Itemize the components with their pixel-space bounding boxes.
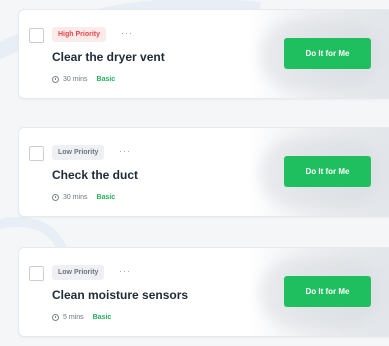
do-it-for-me-button[interactable]: Do It for Me	[284, 276, 371, 307]
task-title: Clean moisture sensors	[52, 288, 189, 302]
more-horizontal-icon[interactable]: ···	[119, 145, 131, 158]
task-level: Basic	[96, 194, 116, 201]
do-it-for-me-button[interactable]: Do It for Me	[284, 38, 371, 69]
task-card: High Priority ··· Clear the dryer vent 3…	[18, 9, 389, 99]
task-meta: 30 mins Basic	[52, 76, 115, 83]
task-title: Clear the dryer vent	[52, 50, 165, 64]
task-level: Basic	[96, 76, 116, 83]
task-card: Low Priority ··· Check the duct 30 mins …	[18, 127, 389, 217]
task-card: Low Priority ··· Clean moisture sensors …	[18, 247, 389, 337]
task-meta: 5 mins Basic	[52, 314, 111, 321]
clock-icon	[52, 76, 59, 83]
task-checkbox[interactable]	[29, 146, 44, 161]
priority-badge: Low Priority	[52, 265, 105, 280]
clock-icon	[52, 194, 59, 201]
task-meta: 30 mins Basic	[52, 194, 115, 201]
task-duration: 5 mins	[63, 314, 84, 321]
task-checkbox[interactable]	[29, 266, 44, 281]
task-duration: 30 mins	[63, 194, 88, 201]
task-duration: 30 mins	[63, 76, 88, 83]
do-it-for-me-button[interactable]: Do It for Me	[284, 156, 371, 187]
task-title: Check the duct	[52, 168, 139, 182]
more-horizontal-icon[interactable]: ···	[121, 27, 133, 40]
priority-badge: Low Priority	[52, 145, 105, 160]
task-level: Basic	[92, 314, 112, 321]
priority-badge: High Priority	[52, 27, 107, 42]
more-horizontal-icon[interactable]: ···	[119, 265, 131, 278]
task-checkbox[interactable]	[29, 28, 44, 43]
clock-icon	[52, 314, 59, 321]
